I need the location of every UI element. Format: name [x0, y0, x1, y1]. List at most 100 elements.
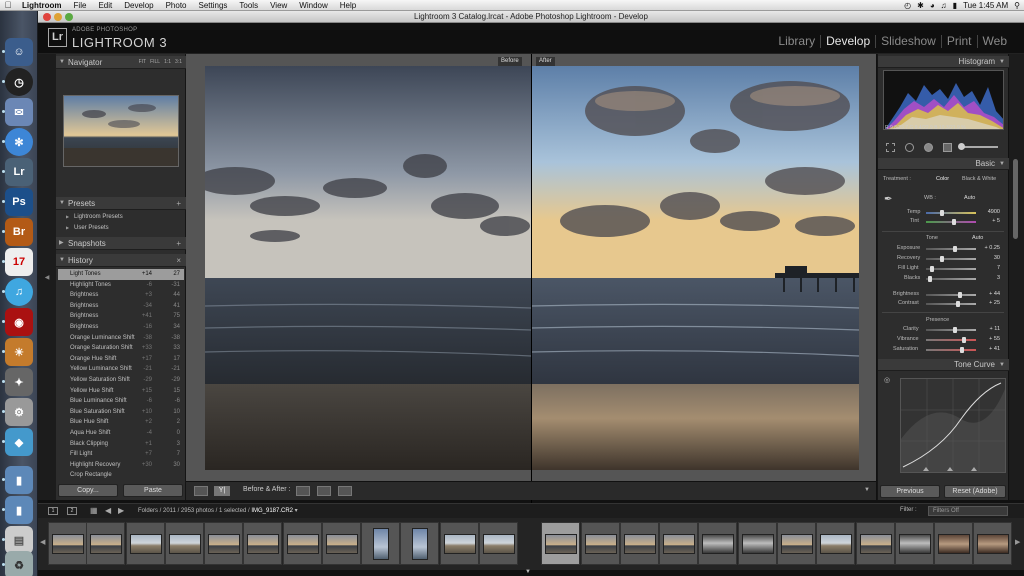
dock-finder-icon[interactable]: ☺: [2, 38, 33, 66]
history-step[interactable]: Blue Saturation Shift +10 10: [58, 407, 184, 418]
targeted-adjustment-icon[interactable]: ◎: [884, 376, 890, 384]
filmstrip-thumbnail[interactable]: [361, 522, 400, 565]
dock-preferences-icon[interactable]: ⚙: [2, 398, 33, 426]
vibrance-value[interactable]: + 55: [980, 336, 1000, 342]
clarity-slider-knob[interactable]: [953, 327, 957, 333]
history-step[interactable]: Brightness -16 34: [58, 322, 184, 333]
filmstrip-thumbnail[interactable]: [204, 522, 243, 565]
dock-documents-folder-icon[interactable]: ▮: [2, 496, 33, 524]
filmstrip-thumbnail[interactable]: [165, 522, 204, 565]
filmstrip-thumbnail-selected[interactable]: [541, 522, 580, 565]
swap-before-after-button[interactable]: [338, 486, 352, 496]
dock-safari-icon[interactable]: ✻: [2, 128, 33, 156]
histogram-collapse-icon[interactable]: ▼: [999, 56, 1005, 68]
history-collapse-icon[interactable]: ▼: [59, 254, 65, 267]
collapse-left-icon[interactable]: ◀: [38, 274, 56, 281]
add-preset-icon[interactable]: +: [176, 197, 181, 210]
filmstrip-thumbnail[interactable]: [698, 522, 737, 565]
dock-bridge-icon[interactable]: Br: [2, 218, 33, 246]
scrollbar-thumb[interactable]: [1013, 159, 1018, 239]
clock[interactable]: Tue 1:45 AM: [963, 1, 1008, 10]
paste-settings-button[interactable]: Paste: [123, 484, 183, 497]
history-step[interactable]: Yellow Luminance Shift -21 -21: [58, 364, 184, 375]
time-machine-icon[interactable]: ◴: [904, 1, 911, 10]
filmstrip-thumbnail[interactable]: [934, 522, 973, 565]
grid-view-icon[interactable]: ▦: [90, 506, 98, 515]
saturation-slider[interactable]: [926, 347, 976, 353]
graduated-filter-tool-icon[interactable]: [943, 142, 952, 152]
wb-select[interactable]: Auto: [964, 195, 975, 201]
treatment-bw-option[interactable]: Black & White: [962, 176, 996, 182]
history-step[interactable]: Orange Hue Shift +17 17: [58, 354, 184, 365]
spotlight-search-icon[interactable]: ⚲: [1014, 1, 1020, 10]
exposure-slider-knob[interactable]: [953, 246, 957, 252]
filmstrip-thumbnail[interactable]: [48, 522, 87, 565]
module-library[interactable]: Library: [773, 35, 820, 48]
module-slideshow[interactable]: Slideshow: [875, 35, 941, 48]
history-step[interactable]: Highlight Recovery +30 30: [58, 460, 184, 471]
contrast-slider[interactable]: [926, 301, 976, 307]
copy-settings-button[interactable]: Copy...: [58, 484, 118, 497]
brightness-slider[interactable]: [926, 292, 976, 298]
blacks-slider[interactable]: [926, 276, 976, 282]
history-step[interactable]: Light Tones +14 27: [58, 269, 184, 280]
adjustment-brush-tool-icon[interactable]: [958, 143, 998, 150]
clarity-slider[interactable]: [926, 327, 976, 333]
menu-settings[interactable]: Settings: [193, 1, 234, 10]
filmstrip-thumbnail[interactable]: [738, 522, 777, 565]
history-step[interactable]: Brightness +3 44: [58, 290, 184, 301]
filmstrip-source-path[interactable]: Folders / 2011 / 2953 photos / 1 selecte…: [138, 507, 298, 514]
zoom-fit[interactable]: FIT: [139, 56, 147, 69]
menu-tools[interactable]: Tools: [233, 1, 264, 10]
filmstrip-thumbnail[interactable]: [283, 522, 322, 565]
filmstrip-thumbnail[interactable]: [243, 522, 282, 565]
dock-utility-icon[interactable]: ✦: [2, 368, 33, 396]
navigator-collapse-icon[interactable]: ▼: [59, 56, 65, 69]
main-monitor-button[interactable]: 1: [48, 507, 58, 515]
volume-icon[interactable]: ♫: [941, 1, 947, 10]
filmstrip-scroll-left-icon[interactable]: ◀: [40, 538, 45, 546]
fill-light-slider[interactable]: [926, 266, 976, 272]
menu-app-name[interactable]: Lightroom: [16, 1, 68, 10]
close-window-button[interactable]: [43, 13, 51, 21]
before-after-view-button[interactable]: Y|: [214, 486, 230, 496]
dock-iphoto-icon[interactable]: ☀: [2, 338, 33, 366]
dock-photoshop-icon[interactable]: Ps: [2, 188, 33, 216]
zoom-fill[interactable]: FILL: [150, 56, 160, 69]
module-web[interactable]: Web: [976, 35, 1012, 48]
filmstrip-thumbnail[interactable]: [322, 522, 361, 565]
vibrance-slider-knob[interactable]: [962, 337, 966, 343]
crop-tool-icon[interactable]: [886, 142, 895, 152]
presets-collapse-icon[interactable]: ▼: [59, 197, 65, 210]
vibrance-slider[interactable]: [926, 337, 976, 343]
right-panel-scrollbar[interactable]: [1009, 54, 1024, 500]
filmstrip-scroll-right-icon[interactable]: ▶: [1015, 538, 1020, 546]
filmstrip-thumbnail[interactable]: [973, 522, 1012, 565]
history-step[interactable]: Blue Luminance Shift -6 -6: [58, 396, 184, 407]
blacks-value[interactable]: 3: [980, 275, 1000, 281]
menu-develop[interactable]: Develop: [118, 1, 159, 10]
filmstrip-thumbnail[interactable]: [479, 522, 518, 565]
dock-ical-icon[interactable]: 17: [2, 248, 33, 276]
filter-select[interactable]: Filters Off: [928, 506, 1008, 516]
temp-value[interactable]: 4900: [980, 209, 1000, 215]
filmstrip-thumbnail[interactable]: [777, 522, 816, 565]
previous-button[interactable]: Previous: [880, 485, 940, 498]
navigator-header[interactable]: ▼ Navigator FIT FILL 1:1 3:1: [56, 56, 186, 69]
dock-document-icon[interactable]: ▤: [2, 526, 33, 554]
dock-applications-folder-icon[interactable]: ▮: [2, 466, 33, 494]
navigator-preview[interactable]: [63, 95, 179, 167]
history-step[interactable]: Blue Hue Shift +2 2: [58, 417, 184, 428]
history-step[interactable]: Yellow Saturation Shift -29 -29: [58, 375, 184, 386]
clarity-value[interactable]: + 11: [980, 326, 1000, 332]
red-eye-tool-icon[interactable]: [924, 142, 933, 152]
brightness-slider-knob[interactable]: [958, 292, 962, 298]
recovery-value[interactable]: 30: [980, 255, 1000, 261]
basic-collapse-icon[interactable]: ▼: [999, 158, 1005, 170]
clear-history-icon[interactable]: ×: [176, 254, 181, 267]
saturation-value[interactable]: + 41: [980, 346, 1000, 352]
temp-slider[interactable]: [926, 210, 976, 216]
filmstrip-thumbnail[interactable]: [581, 522, 620, 565]
dock-itunes-icon[interactable]: ♫: [2, 278, 33, 306]
module-print[interactable]: Print: [940, 35, 977, 48]
